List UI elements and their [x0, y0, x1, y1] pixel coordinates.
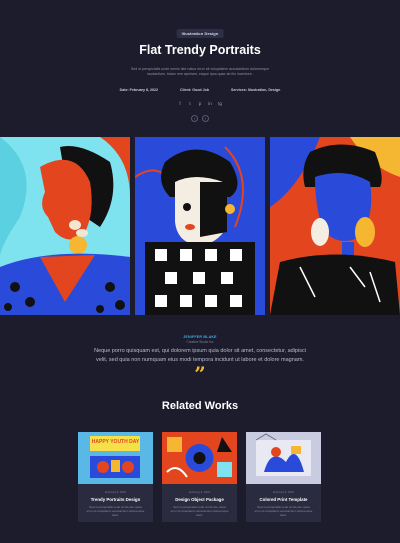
- card-description: Sed ut perspiciatis unde omnis iste natu…: [254, 505, 313, 517]
- portrait-illustration-2: [135, 137, 265, 315]
- related-thumb-2: [162, 432, 237, 484]
- meta-client: Client: Good Job: [180, 88, 209, 92]
- card-title[interactable]: Trendy Portraits Design: [78, 497, 153, 502]
- portrait-illustration-3: [270, 137, 400, 315]
- card-description: Sed ut perspiciatis unde omnis iste natu…: [86, 505, 145, 517]
- meta-date: Date: February 8, 2022: [119, 88, 159, 92]
- meta-services: Services: Illustration, Design: [230, 88, 281, 92]
- pinterest-icon[interactable]: p: [197, 101, 203, 107]
- quote-role: Creative Studio Inc: [186, 340, 214, 344]
- thumb1-text: HAPPY YOUTH DAY: [92, 439, 140, 445]
- telegram-icon[interactable]: tg: [217, 101, 223, 107]
- card-description: Sed ut perspiciatis unde omnis iste natu…: [170, 505, 229, 517]
- facebook-icon[interactable]: f: [177, 101, 183, 107]
- linkedin-icon[interactable]: in: [207, 101, 213, 107]
- related-card-2[interactable]: February 8, 2022 Design Object Package S…: [162, 432, 237, 522]
- prev-arrow-button[interactable]: ‹: [191, 115, 198, 122]
- quote-author: JENIFFER BLAKE: [183, 335, 217, 339]
- portrait-illustration-1: [0, 137, 130, 315]
- page-title: Flat Trendy Portraits: [139, 43, 261, 57]
- card-title[interactable]: Design Object Package: [162, 497, 237, 502]
- twitter-icon[interactable]: t: [187, 101, 193, 107]
- related-works-title: Related Works: [161, 400, 239, 412]
- card-date: February 8, 2022: [188, 490, 211, 494]
- next-arrow-button[interactable]: ›: [202, 115, 209, 122]
- portrait-image-1[interactable]: [0, 137, 130, 315]
- card-title[interactable]: Colored Print Template: [246, 497, 321, 502]
- card-date: February 8, 2022: [104, 490, 127, 494]
- portrait-image-3[interactable]: [270, 137, 400, 315]
- gallery-nav: ‹ ›: [0, 115, 400, 122]
- related-card-1[interactable]: HAPPY YOUTH DAY February 8, 2022 Trendy …: [78, 432, 153, 522]
- page-subtitle: Sed ut perspiciatis unde omnis iste natu…: [130, 67, 270, 76]
- card-date: February 8, 2022: [272, 490, 295, 494]
- related-card-3[interactable]: February 8, 2022 Colored Print Template …: [246, 432, 321, 522]
- quote-mark-icon: ”: [194, 362, 206, 386]
- category-badge[interactable]: Illustration Design: [176, 29, 224, 38]
- related-thumb-3: [246, 432, 321, 484]
- social-share: f t p in tg: [0, 101, 400, 107]
- portrait-image-2[interactable]: [135, 137, 265, 315]
- related-thumb-1: HAPPY YOUTH DAY: [78, 432, 153, 484]
- project-meta: Date: February 8, 2022 Client: Good Job …: [0, 88, 400, 92]
